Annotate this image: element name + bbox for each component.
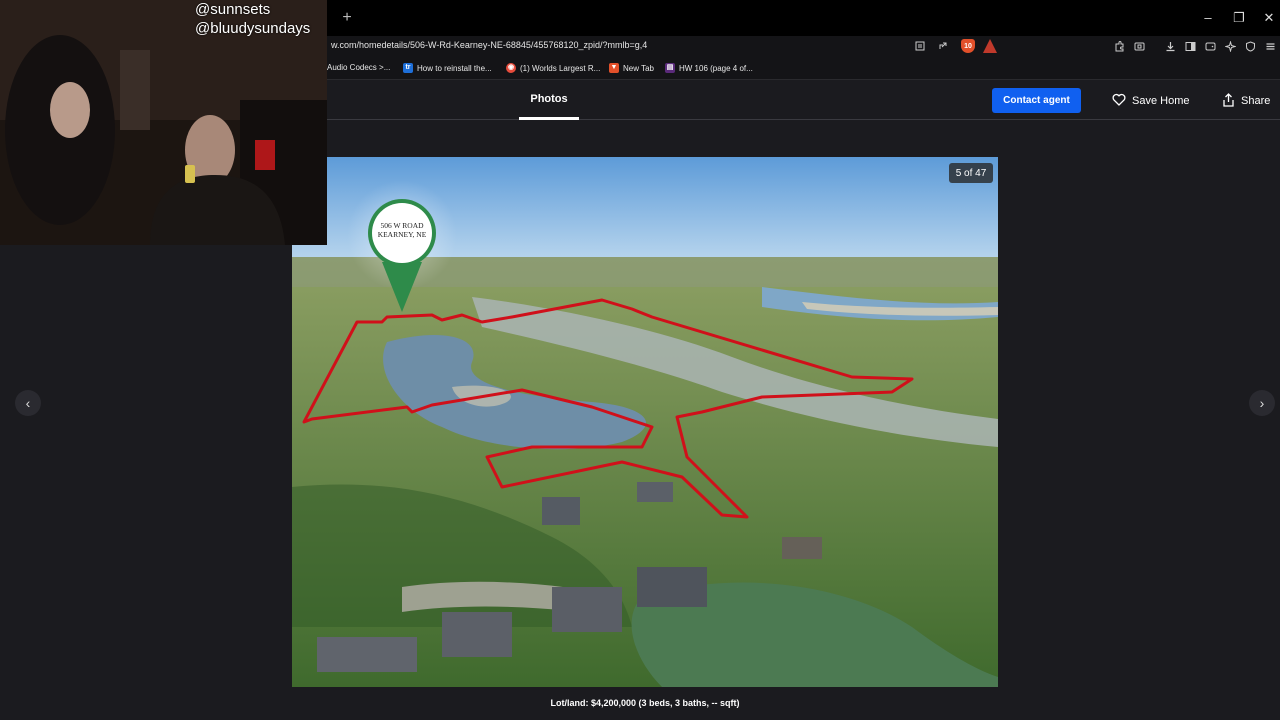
pin-label-line1: 506 W ROAD	[380, 221, 424, 230]
wallet-puzzle-icon[interactable]	[1132, 39, 1146, 53]
bookmark-item[interactable]: ▼ New Tab	[609, 63, 654, 73]
handle-1: @sunnsets	[195, 1, 271, 18]
next-photo-button[interactable]: ›	[1249, 390, 1275, 416]
sidebar-icon[interactable]	[1183, 39, 1197, 53]
bookmark-label: New Tab	[623, 63, 654, 73]
previous-photo-button[interactable]: ‹	[15, 390, 41, 416]
photo-counter: 5 of 47	[949, 163, 993, 183]
trello-favicon-icon: tr	[403, 63, 413, 73]
bookmark-item[interactable]: tr How to reinstall the...	[403, 63, 492, 73]
webcam-overlay: @sunnsets @bluudysundays	[0, 0, 327, 245]
listing-photo[interactable]: 506 W ROAD KEARNEY, NE	[292, 157, 998, 687]
close-window-button[interactable]: ✕	[1262, 10, 1276, 26]
contact-agent-button[interactable]: Contact agent	[992, 88, 1081, 113]
bookmark-label: How to reinstall the...	[417, 63, 492, 73]
chevron-right-icon: ›	[1259, 395, 1265, 411]
bookmark-item[interactable]: Audio Codecs >...	[327, 63, 390, 72]
property-pin-label: 506 W ROAD KEARNEY, NE	[368, 221, 436, 239]
share-icon	[1222, 92, 1235, 110]
reader-mode-icon[interactable]	[913, 39, 927, 53]
restore-button[interactable]: ❐	[1232, 10, 1246, 26]
bookmark-label: Audio Codecs >...	[327, 63, 391, 72]
brave-shield-icon[interactable]: 10	[961, 39, 975, 53]
save-home-button[interactable]: Save Home	[1112, 90, 1189, 112]
address-bar-url[interactable]: w.com/homedetails/506-W-Rd-Kearney-NE-68…	[331, 40, 647, 50]
chevron-left-icon: ‹	[25, 395, 31, 411]
download-icon[interactable]	[1163, 39, 1177, 53]
vpn-shield-icon[interactable]	[1243, 39, 1257, 53]
wallet-icon[interactable]	[1203, 39, 1217, 53]
leo-ai-icon[interactable]	[1223, 39, 1237, 53]
bookmark-item[interactable]: ▤ HW 106 (page 4 of...	[665, 63, 753, 73]
bookmark-label: HW 106 (page 4 of...	[679, 63, 753, 73]
brave-favicon-icon: ▼	[609, 63, 619, 73]
streamer-handles: @sunnsets @bluudysundays	[195, 0, 310, 38]
heart-icon	[1112, 93, 1126, 109]
pin-label-line2: KEARNEY, NE	[377, 230, 427, 239]
document-favicon-icon: ▤	[665, 63, 675, 73]
save-home-label: Save Home	[1132, 95, 1190, 107]
tab-photos[interactable]: Photos	[519, 81, 579, 120]
bookmark-label: (1) Worlds Largest R...	[520, 63, 601, 73]
shield-count: 10	[964, 42, 972, 50]
extensions-icon[interactable]	[1112, 39, 1126, 53]
brave-rewards-icon[interactable]	[983, 39, 997, 53]
share-label: Share	[1241, 95, 1271, 107]
left-gutter	[0, 245, 6, 720]
new-tab-button[interactable]: +	[340, 9, 354, 27]
reddit-favicon-icon: ◉	[506, 63, 516, 73]
share-button[interactable]: Share	[1222, 90, 1270, 112]
bookmark-item[interactable]: ◉ (1) Worlds Largest R...	[506, 63, 600, 73]
photo-caption: Lot/land: $4,200,000 (3 beds, 3 baths, -…	[550, 698, 740, 708]
minimize-button[interactable]: –	[1201, 10, 1215, 25]
menu-icon[interactable]	[1263, 39, 1277, 53]
share-page-icon[interactable]	[936, 39, 950, 53]
handle-2: @bluudysundays	[195, 20, 311, 37]
